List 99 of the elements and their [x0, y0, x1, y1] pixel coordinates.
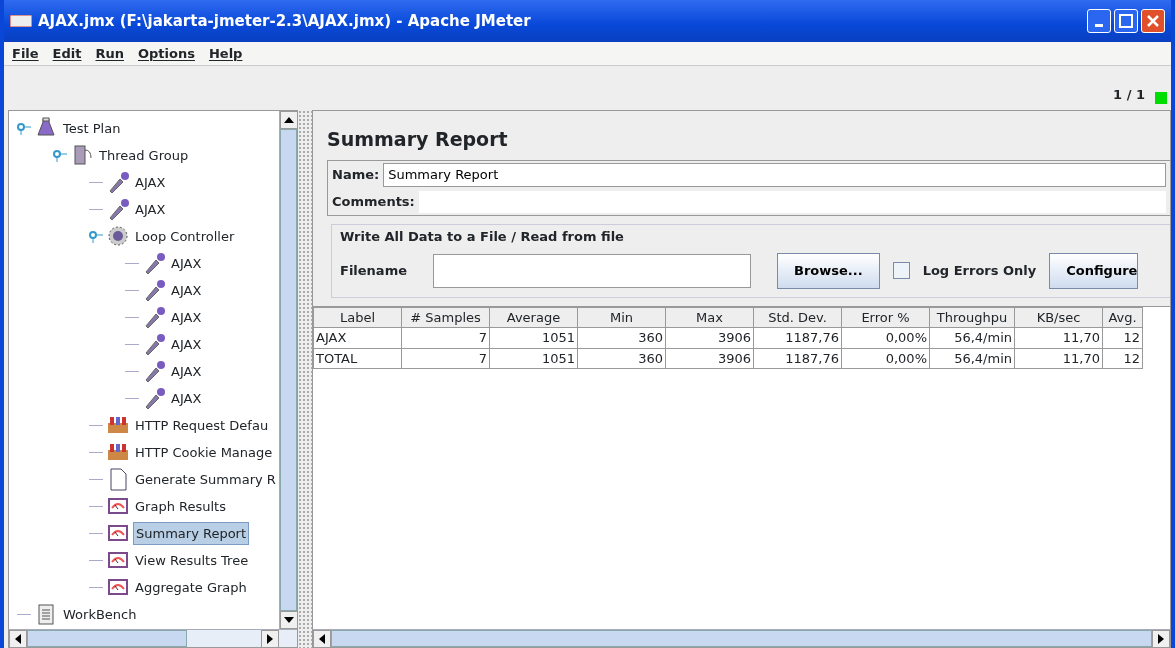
column-header[interactable]: Label [313, 307, 402, 328]
table-cell: 1187,76 [753, 348, 842, 369]
expander-icon[interactable] [89, 230, 103, 243]
menu-item[interactable]: Help [208, 43, 243, 64]
checkbox-label: Log Errors Only [922, 261, 1037, 280]
tree-item[interactable]: Aggregate Graph [133, 576, 249, 599]
pipette-icon [107, 171, 129, 194]
field-label: Filename [340, 261, 408, 280]
thread-count: 1 / 1 [1113, 85, 1145, 104]
tree-item[interactable]: HTTP Request Defau [133, 414, 271, 437]
app-icon [10, 15, 32, 27]
table-cell: 1051 [489, 348, 578, 369]
pipette-icon [143, 306, 165, 329]
expander-icon[interactable] [53, 149, 67, 162]
pipette-icon [107, 198, 129, 221]
column-header[interactable]: Max [665, 307, 754, 328]
tree-item[interactable]: Graph Results [133, 495, 228, 518]
table-cell: 0,00% [841, 348, 930, 369]
tree-item[interactable]: AJAX [169, 387, 204, 410]
tree-item[interactable]: View Results Tree [133, 549, 251, 572]
pipette-icon [143, 360, 165, 383]
menu-item[interactable]: Edit [52, 43, 82, 64]
tree-item[interactable]: Thread Group [97, 144, 191, 167]
table-cell: 3906 [665, 348, 754, 369]
tree-item[interactable]: WorkBench [61, 603, 139, 626]
close-icon [1146, 14, 1160, 28]
table-cell: 56,4/min [929, 327, 1015, 348]
pipette-icon [143, 252, 165, 275]
close-button[interactable] [1141, 9, 1165, 33]
table-cell: 56,4/min [929, 348, 1015, 369]
panel-title: Summary Report [326, 127, 509, 152]
column-header[interactable]: Avg. [1102, 307, 1143, 328]
column-header[interactable]: Min [577, 307, 666, 328]
table-cell: 1051 [489, 327, 578, 348]
tree-item[interactable]: AJAX [133, 171, 168, 194]
filename-field[interactable] [433, 253, 751, 288]
column-header[interactable]: Std. Dev. [753, 307, 842, 328]
table-cell: 360 [577, 327, 666, 348]
name-field[interactable]: Summary Report [383, 162, 1166, 187]
tree-item[interactable]: AJAX [169, 333, 204, 356]
arrow-icon [284, 617, 294, 623]
spool-icon [71, 144, 93, 167]
table-cell: 11,70 [1014, 348, 1103, 369]
table-cell: 7 [401, 327, 490, 348]
checkbox[interactable] [892, 262, 910, 279]
table-cell: 12 [1102, 348, 1143, 369]
column-header[interactable]: KB/sec [1014, 307, 1103, 328]
horizontal-scrollbar[interactable] [9, 629, 297, 647]
table-cell: 360 [577, 348, 666, 369]
table-cell: AJAX [313, 327, 402, 348]
group-title: Write All Data to a File / Read from file [340, 227, 625, 246]
minimize-icon [1094, 23, 1103, 27]
arrow-icon [284, 117, 294, 123]
table-cell: 1187,76 [753, 327, 842, 348]
tree-item[interactable]: AJAX [169, 279, 204, 302]
menu-item[interactable]: Options [138, 43, 195, 64]
window-title: AJAX.jmx (F:\jakarta-jmeter-2.3\AJAX.jmx) - Apache JMeter [38, 10, 532, 32]
arrow-icon [15, 634, 21, 644]
minimize-button[interactable] [1086, 9, 1111, 33]
field-label: Comments: [332, 192, 415, 211]
tree-item[interactable]: AJAX [133, 198, 168, 221]
menu-item[interactable]: File [12, 43, 39, 64]
horizontal-scrollbar[interactable] [313, 629, 1170, 647]
table-cell: 3906 [665, 327, 754, 348]
configure-button[interactable]: Configure [1049, 252, 1139, 289]
column-header[interactable]: Average [489, 307, 578, 328]
tree-item[interactable]: AJAX [169, 360, 204, 383]
vertical-scrollbar[interactable] [279, 111, 297, 629]
expander-icon[interactable] [17, 122, 31, 135]
pipette-icon [143, 387, 165, 410]
table-cell: 11,70 [1014, 327, 1103, 348]
browse-button[interactable]: Browse... [777, 252, 880, 289]
maximize-icon [1118, 14, 1133, 28]
table-cell: 7 [401, 348, 490, 369]
pipette-icon [143, 279, 165, 302]
tree-item[interactable]: Loop Controller [133, 225, 237, 248]
table-cell: 0,00% [841, 327, 930, 348]
gear-icon [107, 225, 129, 248]
column-header[interactable]: Error % [841, 307, 930, 328]
arrow-icon [319, 634, 325, 644]
tree-item[interactable]: AJAX [169, 306, 204, 329]
maximize-button[interactable] [1113, 9, 1138, 33]
field-label: Name: [332, 165, 380, 184]
tree-item[interactable]: Generate Summary R [133, 468, 278, 491]
table-cell: 12 [1102, 327, 1143, 348]
tree-item[interactable]: Test Plan [61, 117, 123, 140]
tree-item[interactable]: HTTP Cookie Manage [133, 441, 275, 464]
pipette-icon [143, 333, 165, 356]
tree-item[interactable]: AJAX [169, 252, 204, 275]
clipboard-icon [35, 603, 57, 626]
document-icon [107, 468, 129, 491]
table-cell: TOTAL [313, 348, 402, 369]
column-header[interactable]: # Samples [401, 307, 490, 328]
arrow-icon [267, 634, 273, 644]
arrow-icon [1158, 634, 1164, 644]
menu-item[interactable]: Run [95, 43, 124, 64]
tree-item[interactable]: Summary Report [133, 521, 250, 546]
column-header[interactable]: Throughpu [929, 307, 1015, 328]
splitter[interactable] [298, 110, 312, 648]
